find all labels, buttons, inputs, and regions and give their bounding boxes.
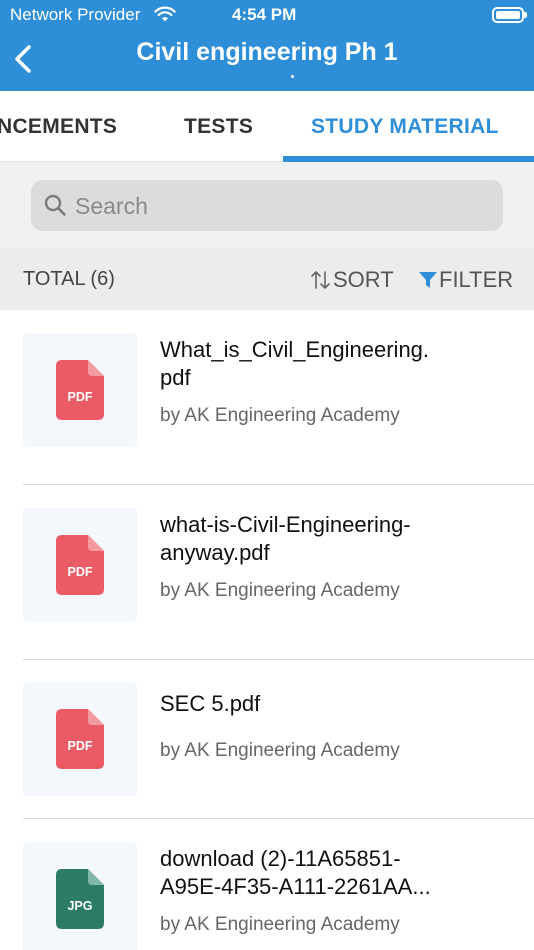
carrier-name: Network Provider: [10, 5, 141, 24]
file-author: by AK Engineering Academy: [160, 914, 400, 935]
file-author: by AK Engineering Academy: [160, 740, 400, 761]
status-time: 4:54 PM: [232, 5, 297, 24]
file-type-label: PDF: [68, 565, 93, 579]
app-header: Network Provider 4:54 PM Civil engineeri…: [0, 0, 534, 91]
filter-button[interactable]: FILTER: [418, 267, 513, 293]
tab-tests[interactable]: TESTS: [184, 115, 253, 139]
file-author: by AK Engineering Academy: [160, 405, 400, 426]
tab-study-material[interactable]: STUDY MATERIAL: [311, 115, 499, 139]
list-item[interactable]: PDF SEC 5.pdf by AK Engineering Academy: [0, 660, 534, 835]
search-bar[interactable]: [31, 180, 503, 231]
tab-announcements[interactable]: NCEMENTS: [0, 115, 117, 139]
file-type-label: JPG: [67, 899, 92, 913]
sort-icon: [311, 271, 330, 289]
list-item[interactable]: PDF What_is_Civil_Engineering. pdf by AK…: [0, 310, 534, 485]
search-area: [0, 162, 534, 248]
sort-label: SORT: [333, 267, 394, 292]
status-bar: Network Provider 4:54 PM: [0, 0, 534, 30]
search-input[interactable]: [75, 188, 475, 224]
file-author: by AK Engineering Academy: [160, 580, 400, 601]
file-name: what-is-Civil-Engineering- anyway.pdf: [160, 512, 411, 565]
search-icon: [44, 194, 66, 216]
file-type-label: PDF: [68, 390, 93, 404]
page-title: Civil engineering Ph 1: [136, 38, 398, 66]
sort-button[interactable]: SORT: [310, 267, 394, 293]
file-thumbnail: JPG: [23, 842, 137, 950]
file-name: SEC 5.pdf: [160, 691, 261, 716]
file-thumbnail: PDF: [23, 682, 137, 796]
battery-icon: [492, 7, 527, 23]
title-indicator-dot: [291, 75, 294, 78]
wifi-icon: [154, 6, 176, 22]
list-item[interactable]: JPG download (2)-11A65851- A95E-4F35-A11…: [0, 819, 534, 950]
tab-bar: NCEMENTS TESTS STUDY MATERIAL: [0, 91, 534, 162]
file-thumbnail: PDF: [23, 508, 137, 622]
filter-icon: [419, 272, 437, 288]
list-toolbar: TOTAL (6) SORT FILTER: [0, 248, 534, 310]
file-name: What_is_Civil_Engineering. pdf: [160, 337, 430, 390]
file-thumbnail: PDF: [23, 333, 137, 447]
pdf-file-icon: PDF: [56, 535, 104, 595]
jpg-file-icon: JPG: [56, 869, 104, 929]
list-item[interactable]: PDF what-is-Civil-Engineering- anyway.pd…: [0, 485, 534, 660]
file-name: download (2)-11A65851- A95E-4F35-A111-22…: [160, 846, 431, 899]
pdf-file-icon: PDF: [56, 360, 104, 420]
total-count: TOTAL (6): [23, 268, 115, 290]
pdf-file-icon: PDF: [56, 709, 104, 769]
file-type-label: PDF: [68, 739, 93, 753]
filter-label: FILTER: [439, 267, 514, 292]
